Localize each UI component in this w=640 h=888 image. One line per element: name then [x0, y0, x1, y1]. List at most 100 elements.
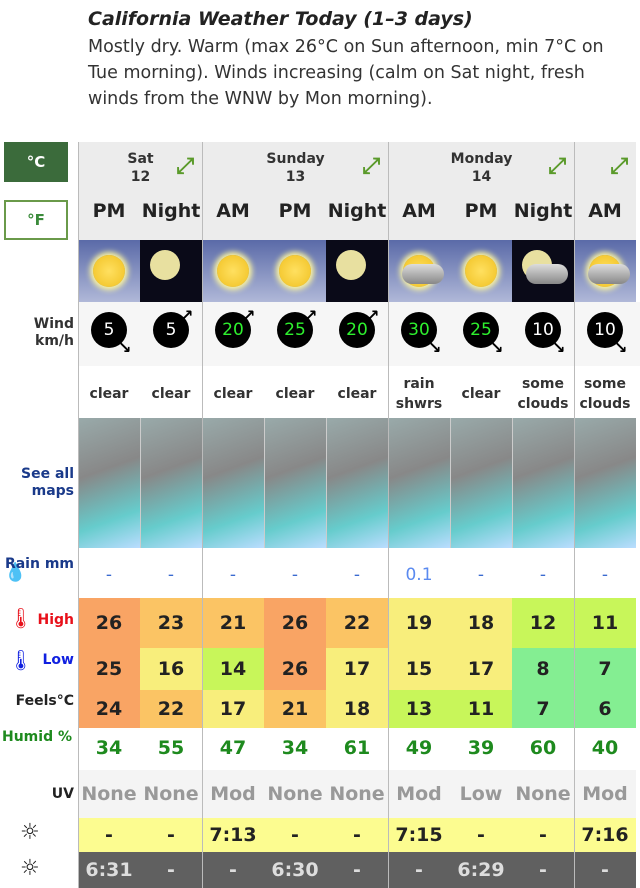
- high-temp: 26: [264, 598, 326, 648]
- weather-map-thumbnail[interactable]: [450, 418, 512, 548]
- condition-text: clear: [213, 386, 253, 402]
- uv-value: None: [264, 770, 326, 818]
- sunrise-icon: ☼: [20, 820, 40, 845]
- wind-direction-arrow-icon: ↗: [304, 306, 318, 325]
- low-temp: 17: [450, 648, 512, 690]
- sunset-time: -: [574, 852, 636, 888]
- sunrise-time: 7:13: [202, 818, 264, 852]
- uv-value: Mod: [574, 770, 636, 818]
- wind-direction-arrow-icon: ↗: [180, 306, 194, 325]
- humidity-label: Humid %: [2, 729, 72, 745]
- high-temp: 22: [326, 598, 388, 648]
- weather-sun-icon: [264, 240, 326, 302]
- expand-day-icon[interactable]: ⤢: [548, 154, 566, 179]
- sunset-time: -: [388, 852, 450, 888]
- wind-direction-arrow-icon: ↗: [242, 306, 256, 325]
- humidity-value: 47: [219, 737, 247, 759]
- sunrise-time: -: [264, 818, 326, 852]
- period-label: AM: [216, 200, 250, 222]
- condition-text: some clouds: [579, 376, 631, 412]
- sunrise-time: 7:15: [388, 818, 450, 852]
- low-temp: 26: [264, 648, 326, 690]
- see-all-maps-link[interactable]: See all maps: [0, 466, 74, 500]
- rain-value: -: [539, 565, 547, 585]
- feels-like-temp: 17: [202, 690, 264, 728]
- sunset-time: -: [326, 852, 388, 888]
- weather-moon-icon: [326, 240, 388, 302]
- day-divider: [78, 142, 79, 888]
- low-temp: 7: [574, 648, 636, 690]
- uv-value: None: [326, 770, 388, 818]
- weather-map-thumbnail[interactable]: [264, 418, 326, 548]
- sunset-time: 6:31: [78, 852, 140, 888]
- high-temp: 12: [512, 598, 574, 648]
- feels-like-temp: 21: [264, 690, 326, 728]
- expand-day-icon[interactable]: ⤢: [610, 154, 628, 179]
- high-temp: 19: [388, 598, 450, 648]
- wind-direction-arrow-icon: ↘: [614, 338, 628, 357]
- low-temp: 25: [78, 648, 140, 690]
- fahrenheit-button[interactable]: °F: [4, 200, 68, 240]
- weather-moon-icon: [140, 240, 202, 302]
- feels-like-temp: 18: [326, 690, 388, 728]
- condition-text: rain shwrs: [395, 376, 443, 412]
- weather-map-thumbnail[interactable]: [512, 418, 574, 548]
- feels-like-temp: 11: [450, 690, 512, 728]
- low-temp: 16: [140, 648, 202, 690]
- uv-value: None: [140, 770, 202, 818]
- weather-map-thumbnail[interactable]: [202, 418, 264, 548]
- day-divider: [202, 142, 203, 888]
- rain-value: -: [601, 565, 609, 585]
- weather-map-thumbnail[interactable]: [78, 418, 140, 548]
- wind-direction-arrow-icon: ↘: [118, 338, 132, 357]
- weather-map-thumbnail[interactable]: [326, 418, 388, 548]
- low-temp: 8: [512, 648, 574, 690]
- page-title: California Weather Today (1–3 days): [88, 8, 473, 30]
- rain-value: -: [229, 565, 237, 585]
- sunset-time: -: [202, 852, 264, 888]
- low-temp: 14: [202, 648, 264, 690]
- sunrise-time: -: [450, 818, 512, 852]
- weather-map-thumbnail[interactable]: [574, 418, 636, 548]
- expand-day-icon[interactable]: ⤢: [176, 154, 194, 179]
- feels-like-temp: 22: [140, 690, 202, 728]
- sunrise-time: -: [140, 818, 202, 852]
- sunrise-time: -: [512, 818, 574, 852]
- weather-sun-icon: [202, 240, 264, 302]
- sunset-time: 6:30: [264, 852, 326, 888]
- wind-direction-arrow-icon: ↘: [490, 338, 504, 357]
- weather-rain-showers-icon: [388, 240, 450, 302]
- feels-like-temp: 24: [78, 690, 140, 728]
- condition-text: clear: [337, 386, 377, 402]
- rain-value: -: [477, 565, 485, 585]
- condition-text: clear: [89, 386, 129, 402]
- uv-value: Low: [450, 770, 512, 818]
- sunrise-time: -: [78, 818, 140, 852]
- sunset-icon: ☼: [20, 856, 40, 881]
- humidity-value: 39: [467, 737, 495, 759]
- expand-day-icon[interactable]: ⤢: [362, 154, 380, 179]
- weather-map-thumbnail[interactable]: [388, 418, 450, 548]
- high-temp: 23: [140, 598, 202, 648]
- wind-label: Wind km/h: [33, 316, 74, 349]
- period-label: AM: [588, 200, 622, 222]
- humidity-value: 40: [591, 737, 619, 759]
- humidity-value: 60: [529, 737, 557, 759]
- high-temp: 21: [202, 598, 264, 648]
- wind-direction-arrow-icon: ↗: [366, 306, 380, 325]
- day-header: Sat 12 ⤢: [78, 142, 202, 240]
- humidity-value: 61: [343, 737, 371, 759]
- celsius-button[interactable]: °C: [4, 142, 68, 182]
- weather-map-thumbnail[interactable]: [140, 418, 202, 548]
- period-label: Night: [141, 200, 201, 222]
- period-label: AM: [402, 200, 436, 222]
- day-header: Monday 14 ⤢: [388, 142, 574, 240]
- sunset-time: 6:29: [450, 852, 512, 888]
- high-temp: 26: [78, 598, 140, 648]
- period-label: PM: [464, 200, 498, 222]
- rain-value: -: [105, 565, 113, 585]
- rain-value: -: [353, 565, 361, 585]
- high-temp: 11: [574, 598, 636, 648]
- uv-value: Mod: [202, 770, 264, 818]
- weather-sun-cloud-icon: [574, 240, 636, 302]
